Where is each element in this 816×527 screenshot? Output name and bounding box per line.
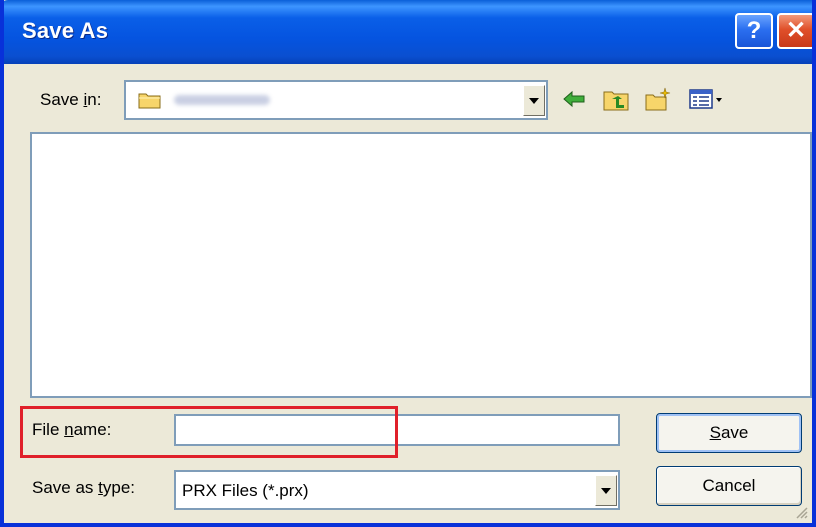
save-in-dropdown-button[interactable] bbox=[523, 85, 545, 116]
chevron-down-icon bbox=[529, 97, 539, 104]
help-icon: ? bbox=[746, 17, 762, 44]
title-bar[interactable]: Save As ? ✕ bbox=[4, 0, 812, 64]
back-arrow-icon[interactable] bbox=[560, 86, 588, 112]
help-button[interactable]: ? bbox=[735, 13, 773, 49]
save-as-dialog: Save As ? ✕ Save in: File name: Save as … bbox=[0, 0, 816, 527]
folder-icon bbox=[138, 93, 161, 109]
create-new-folder-icon[interactable] bbox=[644, 86, 672, 112]
save-in-label: Save in: bbox=[40, 90, 102, 109]
save-button[interactable]: Save bbox=[656, 413, 802, 453]
save-in-dropdown[interactable] bbox=[124, 80, 548, 120]
close-icon: ✕ bbox=[785, 17, 807, 44]
resize-grip-icon[interactable] bbox=[794, 505, 808, 519]
current-folder-name bbox=[174, 95, 270, 105]
cancel-button[interactable]: Cancel bbox=[656, 466, 802, 506]
views-menu-icon[interactable] bbox=[688, 86, 726, 112]
save-as-type-label: Save as type: bbox=[32, 478, 136, 497]
save-as-type-value: PRX Files (*.prx) bbox=[182, 481, 309, 500]
dialog-title: Save As bbox=[22, 18, 109, 43]
file-name-label: File name: bbox=[32, 420, 112, 439]
save-as-type-dropdown-button[interactable] bbox=[595, 475, 617, 506]
up-one-level-icon[interactable] bbox=[602, 86, 630, 112]
close-button[interactable]: ✕ bbox=[777, 13, 812, 49]
file-list[interactable] bbox=[30, 132, 812, 398]
chevron-down-icon bbox=[601, 487, 611, 494]
file-name-input[interactable] bbox=[174, 414, 620, 446]
save-as-type-dropdown[interactable]: PRX Files (*.prx) bbox=[174, 470, 620, 510]
